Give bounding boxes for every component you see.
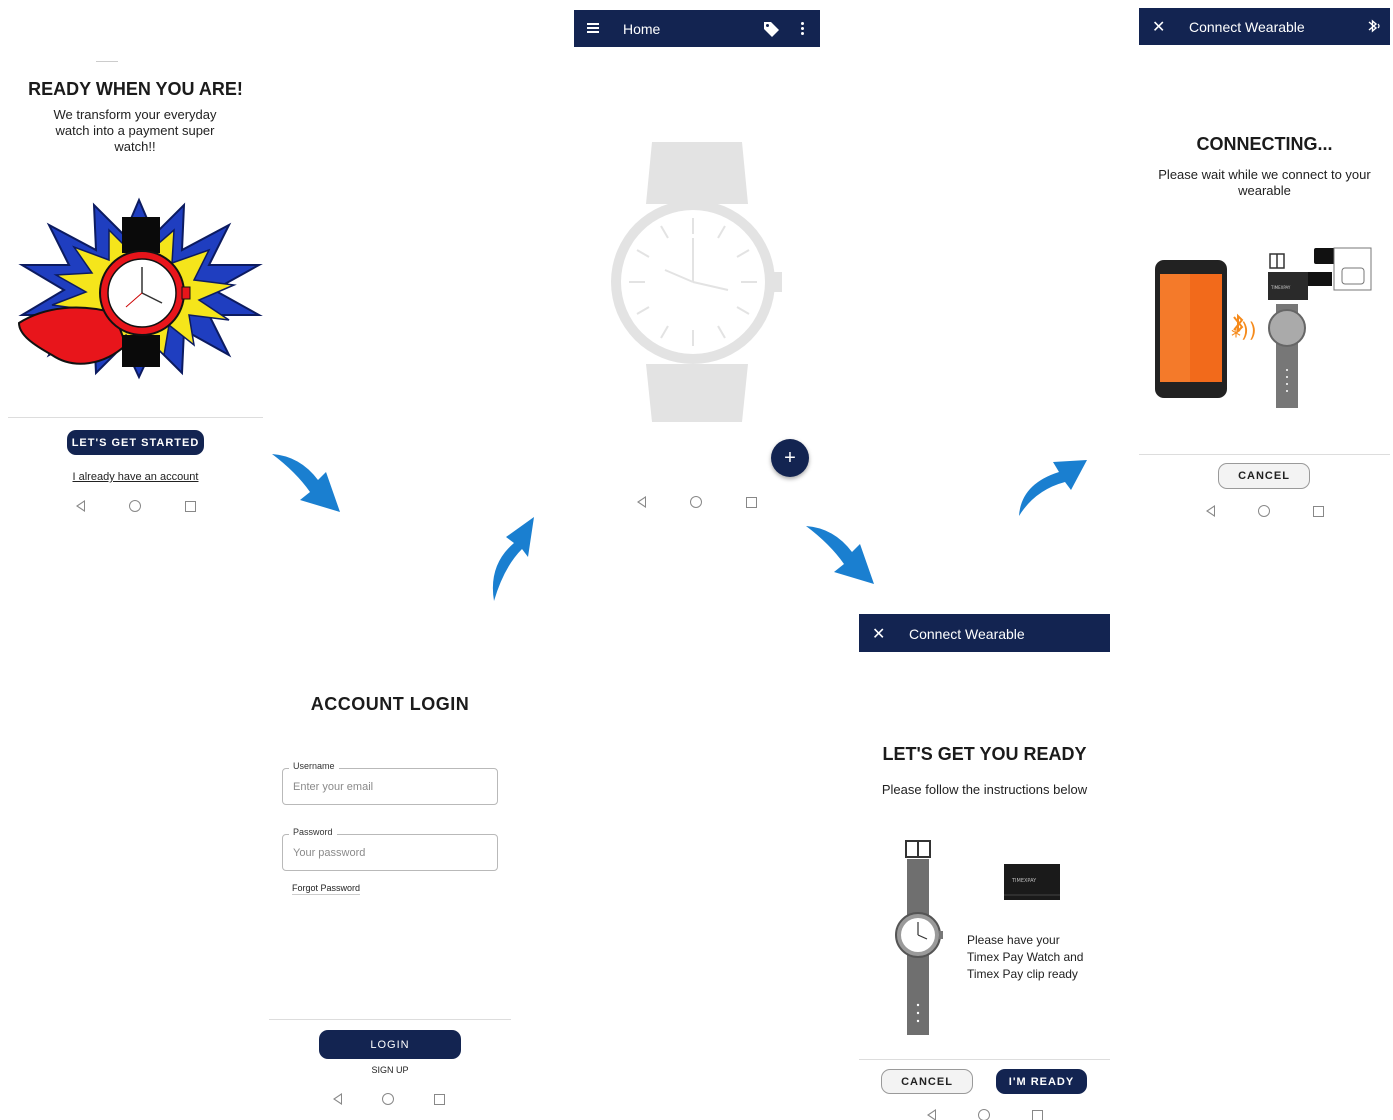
back-icon[interactable]	[927, 1109, 936, 1120]
welcome-headline: READY WHEN YOU ARE!	[28, 79, 243, 99]
watch-illustration-icon	[895, 840, 943, 1035]
forgot-password-link[interactable]: Forgot Password	[292, 883, 361, 895]
add-wearable-button[interactable]: +	[771, 439, 809, 477]
home-icon[interactable]	[978, 1109, 990, 1120]
svg-text:TIMEXPAY: TIMEXPAY	[1011, 878, 1037, 884]
ready-instruction: Please follow the instructions below	[881, 782, 1088, 797]
close-icon[interactable]: ✕	[1152, 17, 1165, 37]
flow-arrow-down-right	[272, 454, 340, 512]
back-icon[interactable]	[76, 500, 85, 512]
username-label: Username	[289, 761, 339, 771]
cancel-button[interactable]: CANCEL	[1218, 463, 1310, 489]
bluetooth-icon	[1368, 19, 1380, 33]
ready-app-bar: ✕ Connect Wearable	[859, 614, 1110, 652]
password-input[interactable]	[283, 835, 497, 870]
welcome-tagline: We transform your everyday watch into a …	[53, 107, 217, 154]
back-icon[interactable]	[1206, 505, 1215, 517]
android-nav-bar	[637, 495, 757, 509]
android-nav-bar	[333, 1092, 445, 1106]
im-ready-button[interactable]: I'M READY	[996, 1069, 1087, 1094]
back-icon[interactable]	[637, 496, 646, 508]
username-field[interactable]: Username	[282, 761, 498, 805]
sign-up-link[interactable]: SIGN UP	[269, 1065, 511, 1075]
login-button[interactable]: LOGIN	[319, 1030, 461, 1059]
connecting-screen: ✕ Connect Wearable CONNECTING... Please …	[1139, 8, 1390, 523]
home-app-bar: Home	[574, 10, 820, 47]
top-indicator	[96, 61, 118, 62]
hamburger-icon[interactable]	[587, 23, 599, 33]
android-nav-bar	[1206, 504, 1324, 518]
cancel-button[interactable]: CANCEL	[881, 1069, 973, 1094]
get-started-button[interactable]: LET'S GET STARTED	[67, 430, 204, 455]
close-icon[interactable]: ✕	[872, 624, 885, 644]
watch-placeholder-icon	[611, 142, 782, 422]
flow-arrow-up-right	[1019, 460, 1087, 516]
recents-icon[interactable]	[434, 1093, 445, 1105]
login-screen: ACCOUNT LOGIN Username Password Forgot P…	[269, 680, 511, 1110]
username-input[interactable]	[283, 769, 497, 804]
welcome-divider	[8, 417, 263, 418]
home-screen: Home +	[574, 10, 820, 510]
password-label: Password	[289, 827, 337, 837]
recents-icon[interactable]	[1032, 1109, 1043, 1120]
ready-note-line: Timex Pay Watch and	[967, 950, 1084, 964]
home-icon[interactable]	[1258, 505, 1270, 517]
ready-divider	[859, 1059, 1110, 1060]
connecting-app-bar: ✕ Connect Wearable	[1139, 8, 1390, 45]
svg-text:TIMEXPAY: TIMEXPAY	[1270, 285, 1291, 290]
connecting-headline: CONNECTING...	[1196, 134, 1333, 154]
ready-note-line: Please have your	[967, 933, 1060, 947]
get-ready-screen: ✕ Connect Wearable LET'S GET YOU READY P…	[859, 614, 1110, 1120]
flow-arrow-down-right	[806, 526, 874, 584]
recents-icon[interactable]	[1313, 505, 1324, 517]
login-headline: ACCOUNT LOGIN	[310, 694, 470, 714]
home-icon[interactable]	[382, 1093, 394, 1105]
recents-icon[interactable]	[185, 500, 196, 512]
existing-account-link[interactable]: I already have an account	[8, 471, 263, 483]
clip-illustration-icon: TIMEXPAY	[1004, 864, 1060, 900]
ready-headline: LET'S GET YOU READY	[882, 744, 1087, 764]
welcome-screen: READY WHEN YOU ARE! We transform your ev…	[8, 55, 263, 525]
password-field[interactable]: Password	[282, 827, 498, 871]
home-title: Home	[623, 21, 661, 37]
recents-icon[interactable]	[746, 496, 757, 508]
phone-pairing-icon: ⁎)) TIMEXPAY	[1155, 247, 1372, 408]
superhero-watch-icon	[17, 197, 263, 380]
flow-arrow-up-right	[492, 517, 534, 601]
ready-note: Please have your Timex Pay Watch and Tim…	[967, 932, 1107, 983]
ready-title: Connect Wearable	[909, 626, 1025, 642]
connecting-message: Please wait while we connect to your wea…	[1158, 167, 1371, 198]
connecting-title: Connect Wearable	[1189, 19, 1305, 35]
tag-icon[interactable]	[762, 20, 780, 38]
login-divider	[269, 1019, 511, 1020]
back-icon[interactable]	[333, 1093, 342, 1105]
home-icon[interactable]	[129, 500, 141, 512]
more-vert-icon[interactable]	[801, 22, 804, 35]
home-icon[interactable]	[690, 496, 702, 508]
connecting-divider	[1139, 454, 1390, 455]
android-nav-bar	[76, 499, 196, 513]
ready-note-line: Timex Pay clip ready	[967, 967, 1078, 981]
android-nav-bar	[927, 1109, 1043, 1120]
